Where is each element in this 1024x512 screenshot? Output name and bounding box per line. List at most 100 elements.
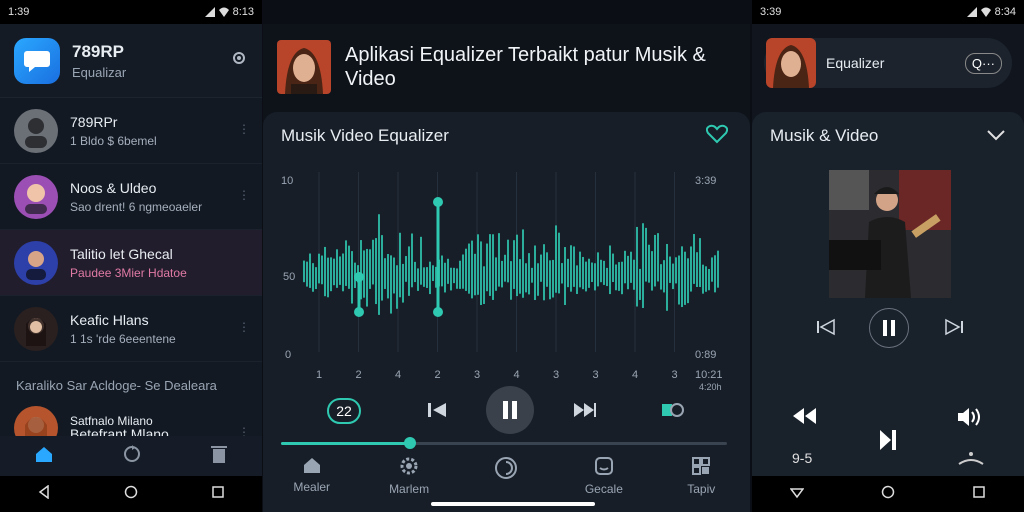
tab-face[interactable]: Gecale [564,456,644,508]
tab-label: Marlem [389,482,430,496]
y-tick: 0 [285,349,291,361]
chat-name: Noos & Uldeo [70,179,157,196]
y-tick: 50 [283,271,295,283]
wave-bar [699,238,701,287]
repeat-label[interactable]: 9-5 [792,450,812,466]
wave-bar [330,257,332,292]
avatar [14,174,58,219]
wave-bar [630,251,632,283]
chat-item[interactable]: Keafic Hlans 1 1s 'rde 6eeentene ⋮ [0,296,262,362]
wave-bar [429,261,431,295]
wave-bar [537,263,539,296]
more-icon[interactable]: ⋮ [238,122,250,136]
wave-bar [474,253,476,296]
app-title: 789RP [72,41,124,61]
wave-bar [333,258,335,286]
wave-bar [393,257,395,294]
home-circle-icon[interactable] [881,485,895,504]
wave-bar [465,248,467,291]
wave-bar [336,249,338,288]
wave-bar [717,250,719,288]
wave-bar [510,261,512,300]
wave-bar [666,243,668,311]
next-track-icon[interactable] [878,428,898,457]
wave-bar [696,252,698,288]
settings-icon[interactable] [230,49,248,72]
wave-bar [315,267,317,290]
wave-bar [486,243,488,292]
player-card: Musik & Video 9-5 [752,112,1024,476]
wave-bar [711,257,713,282]
tab-home[interactable]: Mealer [272,456,352,508]
recents-icon[interactable] [211,485,225,504]
wave-bar [351,251,353,304]
chat-item[interactable]: Noos & Uldeo Sao drent! 6 ngmeoaeler ⋮ [0,164,262,230]
x-tick: 4 [514,369,520,381]
pause-button[interactable] [869,308,909,348]
wifi-icon [218,7,229,17]
wave-bar [399,232,401,298]
chat-item-active[interactable]: Talitio let Ghecal Paudee 3Mier Hdatoe [0,230,262,296]
skip-back-icon[interactable] [816,318,836,341]
x-tick: 3 [553,369,559,381]
wave-bar [504,254,506,282]
tab-label: Tapiv [687,482,716,496]
seek-bar[interactable] [281,437,727,449]
volume-toggle-icon[interactable] [661,402,685,423]
wave-bar [585,261,587,292]
refresh-icon[interactable] [122,444,142,469]
skip-back-icon[interactable] [427,401,447,424]
wave-bar [495,257,497,291]
wave-bar [573,246,575,287]
wave-bar [423,267,425,287]
eq-band-knob [433,197,443,207]
wave-bar [303,260,305,283]
grid-icon [692,457,711,475]
tab-center[interactable] [466,456,546,508]
wave-bar [546,252,548,287]
airplay-icon[interactable] [958,450,984,471]
back-icon[interactable] [37,484,51,504]
home-indicator[interactable] [431,502,595,506]
wave-bar [426,267,428,288]
chat-preview: Paudee 3Mier Hdatoe [70,265,187,280]
more-icon[interactable]: ⋮ [238,320,250,334]
skip-forward-icon[interactable] [944,318,964,341]
search-button[interactable]: Q··· [964,52,1002,74]
tab-label: Gecale [584,482,623,496]
wave-bar [513,240,515,289]
seek-fill [281,442,411,445]
wave-bar [615,264,617,291]
recents-icon[interactable] [972,485,986,504]
wave-bar [444,262,446,293]
tab-settings[interactable]: Marlem [369,456,449,508]
wave-bar [618,262,620,291]
volume-icon[interactable] [956,406,984,433]
chat-item[interactable]: 789RPr 1 Bldo $ 6bemel ⋮ [0,98,262,164]
heart-icon[interactable] [705,124,729,149]
y-tick-right: 3:39 [695,175,716,187]
home-icon [303,458,320,473]
tab-grid[interactable]: Tapiv [661,456,741,508]
wave-bar [621,261,623,295]
equalizer-card: Musik Video Equalizer 10 50 0 3:39 0:89 … [263,112,750,512]
seek-knob[interactable] [404,437,417,449]
wave-bar [714,255,716,293]
app-header: 789RP Equalizar [0,24,262,98]
more-icon[interactable]: ⋮ [238,188,250,202]
fast-forward-icon[interactable] [573,401,597,424]
preset-badge[interactable]: 22 [327,398,361,424]
home-circle-icon[interactable] [124,485,138,504]
wave-bar [477,234,479,295]
trash-icon[interactable] [210,444,228,469]
wave-bar [519,259,521,294]
chevron-down-icon[interactable] [986,128,1006,146]
wave-bar [708,268,710,291]
pause-button[interactable] [486,386,534,434]
back-icon[interactable] [789,485,805,504]
eq-band-knob [354,307,364,317]
chat-name: Keafic Hlans [70,311,149,328]
home-icon[interactable] [34,445,54,468]
rewind-icon[interactable] [792,406,818,431]
card-title: Musik Video Equalizer [281,126,449,145]
